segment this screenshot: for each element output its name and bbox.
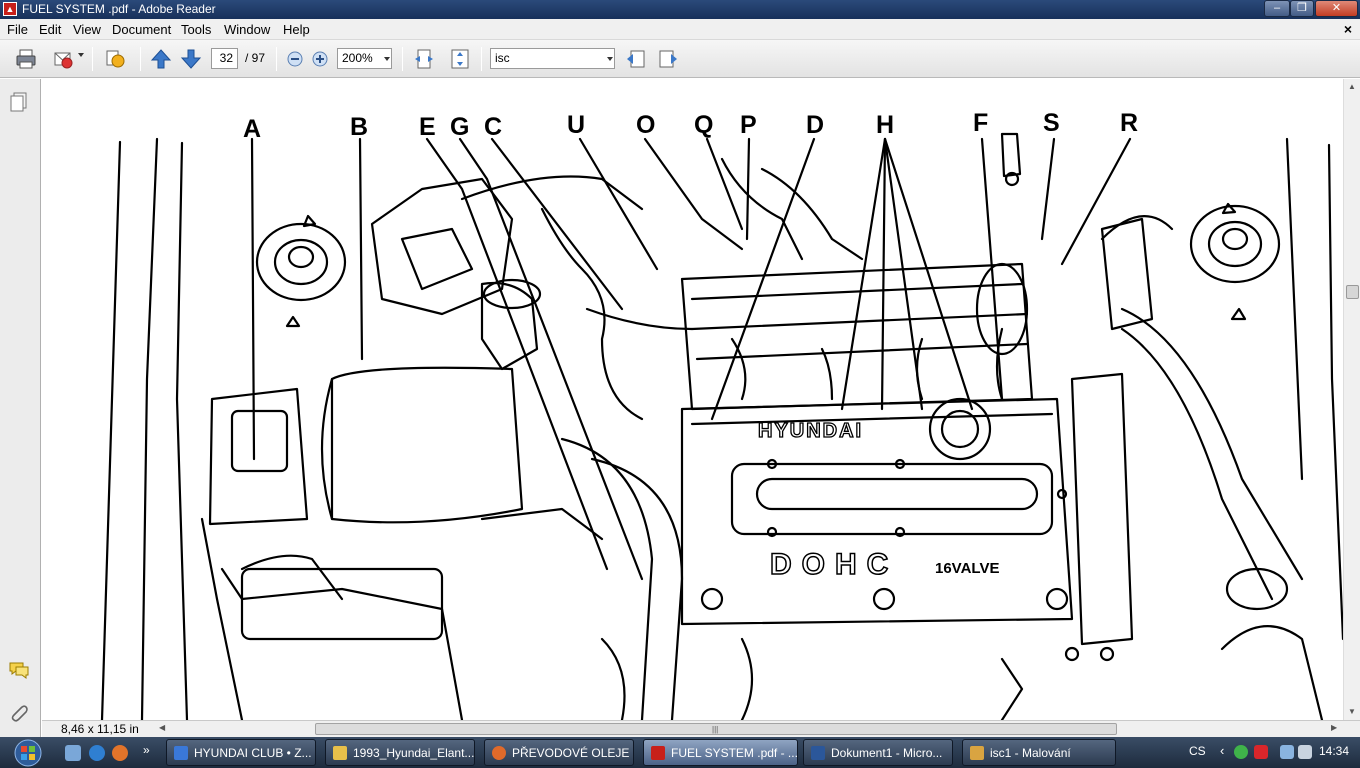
firefox-icon[interactable] [112, 745, 128, 761]
firefox-icon [492, 746, 506, 760]
vertical-scrollbar[interactable]: ▲ ▼ [1343, 79, 1360, 720]
horizontal-scrollbar[interactable]: ||| [162, 723, 1336, 735]
task-hyundai-elantra[interactable]: 1993_Hyundai_Elant... [325, 739, 475, 766]
label-g: G [450, 113, 469, 141]
label-c: C [484, 113, 502, 141]
window-title: FUEL SYSTEM .pdf - Adobe Reader [22, 2, 216, 16]
antivirus-icon[interactable] [1254, 745, 1268, 759]
zoom-in-icon[interactable] [309, 48, 331, 70]
scroll-down-icon[interactable]: ▼ [1348, 707, 1356, 716]
label-f: F [973, 109, 988, 137]
taskbar: » HYUNDAI CLUB • Z... 1993_Hyundai_Elant… [0, 737, 1360, 768]
label-h: H [876, 111, 894, 139]
adobe-reader-icon [651, 746, 665, 760]
engine-bay-diagram: A B E G C U O Q P D H F S R HYUNDAI DOHC… [100, 109, 1343, 720]
engine-valve-text: 16VALVE [935, 560, 999, 577]
fit-page-icon[interactable] [449, 48, 471, 70]
system-tray: CS ‹ 14:34 [1182, 737, 1360, 768]
show-desktop-icon[interactable] [65, 745, 81, 761]
find-input[interactable]: isc [490, 48, 615, 69]
email-icon[interactable] [52, 48, 74, 70]
volume-icon[interactable] [1298, 745, 1312, 759]
language-indicator[interactable]: CS [1189, 744, 1206, 758]
email-dropdown-icon[interactable] [78, 53, 84, 57]
page-size: 8,46 x 11,15 in [61, 722, 139, 736]
start-button[interactable] [8, 738, 48, 767]
label-d: D [806, 111, 824, 139]
page-number-input[interactable]: 32 [211, 48, 238, 69]
arrow-down-icon[interactable] [180, 48, 202, 70]
menu-document[interactable]: Document [112, 22, 171, 37]
tray-app-icon[interactable] [1234, 745, 1248, 759]
task-hyundai-club[interactable]: HYUNDAI CLUB • Z... [166, 739, 316, 766]
horizontal-scroll-thumb[interactable]: ||| [315, 723, 1117, 735]
save-copy-icon[interactable] [104, 48, 126, 70]
tray-expand-icon[interactable]: ‹ [1220, 743, 1224, 758]
label-a: A [243, 115, 261, 143]
engine-brand-text: HYUNDAI [758, 420, 863, 442]
find-previous-icon[interactable] [625, 48, 647, 70]
task-isc1-paint[interactable]: isc1 - Malování [962, 739, 1116, 766]
toolbar-separator [92, 47, 93, 71]
minimize-button[interactable]: – [1264, 0, 1290, 17]
paint-icon [970, 746, 984, 760]
task-prevodove-oleje[interactable]: PŘEVODOVÉ OLEJE ... [484, 739, 634, 766]
toolbar-separator [140, 47, 141, 71]
scroll-up-icon[interactable]: ▲ [1348, 82, 1356, 91]
toolbar-separator [402, 47, 403, 71]
adobe-reader-icon: ▲ [3, 2, 17, 16]
menu-edit[interactable]: Edit [39, 22, 61, 37]
task-dokument1-word[interactable]: Dokument1 - Micro... [803, 739, 953, 766]
quicklaunch-more-icon[interactable]: » [143, 743, 150, 757]
toolbar: 32 / 97 200% isc [0, 40, 1360, 78]
document-view[interactable]: A B E G C U O Q P D H F S R HYUNDAI DOHC… [42, 79, 1343, 720]
label-b: B [350, 113, 368, 141]
maximize-button[interactable]: ❐ [1290, 0, 1314, 17]
scroll-grip-icon: ||| [712, 725, 719, 734]
menu-tools[interactable]: Tools [181, 22, 211, 37]
menu-bar: File Edit View Document Tools Window Hel… [0, 19, 1360, 40]
label-s: S [1043, 109, 1060, 137]
menu-file[interactable]: File [7, 22, 28, 37]
folder-icon [333, 746, 347, 760]
network-icon[interactable] [1280, 745, 1294, 759]
engine-dohc-text: DOHC [770, 548, 898, 581]
label-e: E [419, 113, 436, 141]
comments-icon[interactable] [8, 659, 30, 681]
menu-window[interactable]: Window [224, 22, 270, 37]
scroll-right-icon[interactable]: ▶ [1331, 723, 1337, 732]
status-bar: 8,46 x 11,15 in ◀ ||| ▶ [42, 720, 1360, 737]
toolbar-separator [481, 47, 482, 71]
arrow-up-icon[interactable] [150, 48, 172, 70]
navigation-pane [0, 79, 41, 737]
pages-icon[interactable] [8, 91, 30, 113]
toolbar-separator [276, 47, 277, 71]
ie-icon [174, 746, 188, 760]
close-document-button[interactable]: × [1344, 21, 1352, 37]
title-bar: ▲ FUEL SYSTEM .pdf - Adobe Reader – ❐ ✕ [0, 0, 1360, 19]
label-q: Q [694, 111, 713, 139]
clock[interactable]: 14:34 [1319, 744, 1349, 758]
word-icon [811, 746, 825, 760]
close-button[interactable]: ✕ [1315, 0, 1358, 17]
menu-view[interactable]: View [73, 22, 101, 37]
page-total: / 97 [245, 51, 266, 65]
printer-icon[interactable] [15, 48, 37, 70]
task-fuel-system-pdf[interactable]: FUEL SYSTEM .pdf - ... [643, 739, 798, 766]
label-r: R [1120, 109, 1138, 137]
label-u: U [567, 111, 585, 139]
find-dropdown-icon[interactable] [607, 57, 613, 61]
vertical-scroll-thumb[interactable] [1346, 285, 1359, 299]
label-o: O [636, 111, 655, 139]
find-next-icon[interactable] [657, 48, 679, 70]
label-p: P [740, 111, 757, 139]
paperclip-icon[interactable] [8, 702, 30, 724]
menu-help[interactable]: Help [283, 22, 310, 37]
zoom-out-icon[interactable] [284, 48, 306, 70]
zoom-dropdown-icon[interactable] [384, 57, 390, 61]
fit-width-icon[interactable] [413, 48, 435, 70]
internet-explorer-icon[interactable] [89, 745, 105, 761]
